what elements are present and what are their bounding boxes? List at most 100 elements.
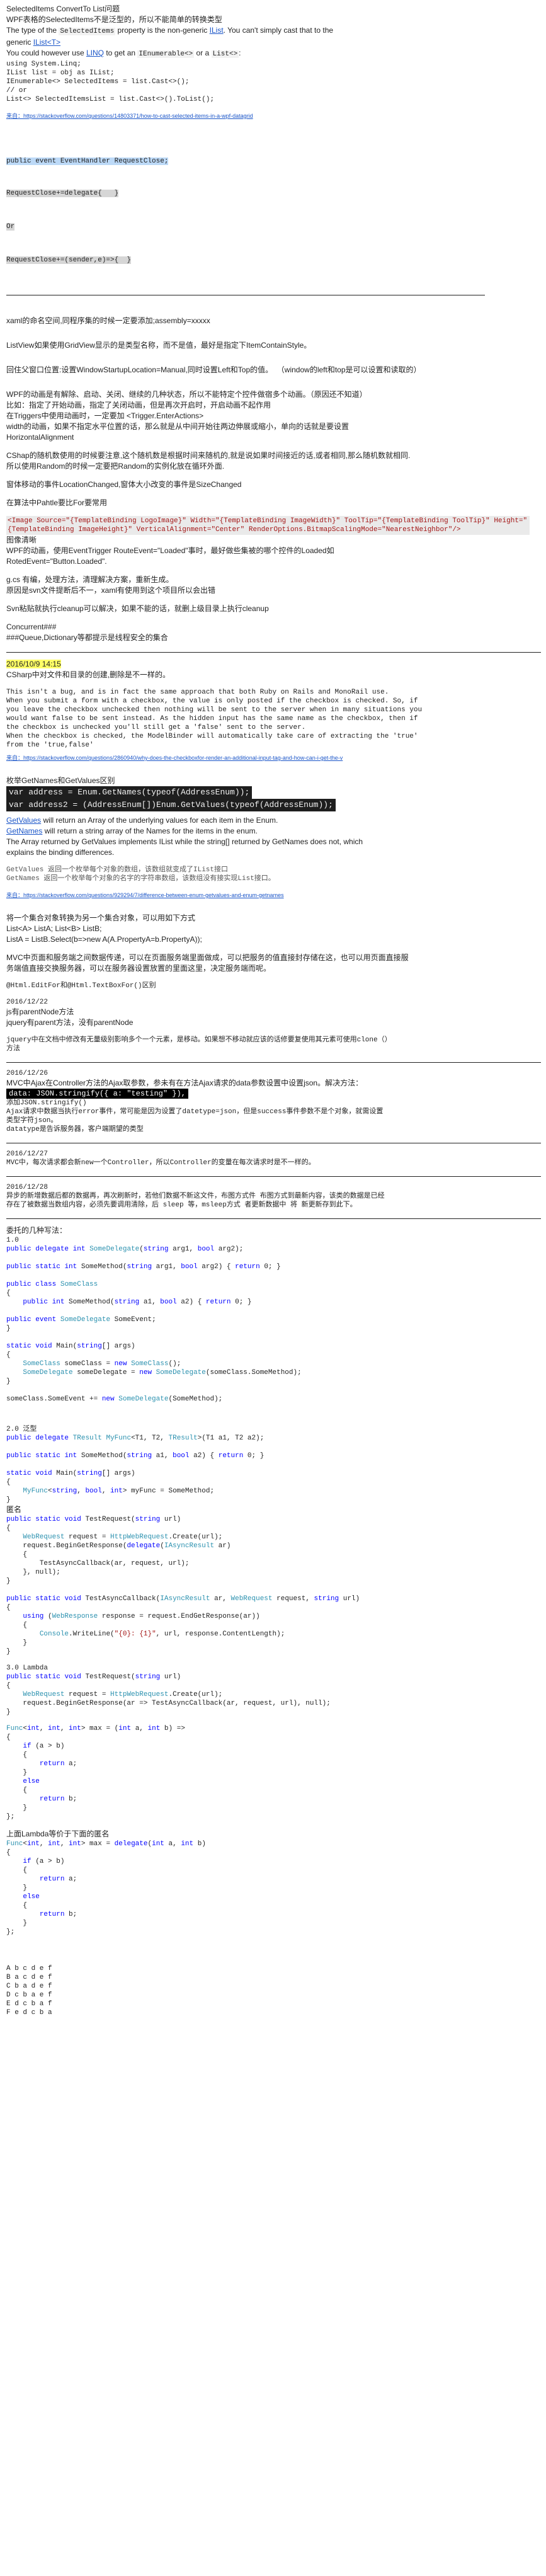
para-datatype: datatype是告诉服务器，客户端期望的类型 — [6, 1126, 144, 1133]
letter-row: E d c b a f — [6, 2000, 52, 2008]
code-delegate-2-0: public delegate TResult MyFunc<T1, T2, T… — [6, 1434, 264, 1504]
para-binding-note: explains the binding differences. — [6, 848, 115, 857]
para-convert-collection: 将一个集合对象转换为另一个集合对象，可以用如下方式 — [6, 913, 196, 922]
para-ajax-error-2: 类型字符json。 — [6, 1117, 58, 1125]
version-2-0: 2.0 泛型 — [6, 1426, 37, 1433]
code-or: Or — [6, 223, 15, 231]
date-stamp: 2016/12/28 — [6, 1184, 48, 1191]
para-image-clear: 图像清晰 — [6, 535, 37, 544]
code-event-decl: public event EventHandler RequestClose; — [6, 157, 169, 165]
date-stamp: 2016/12/27 — [6, 1150, 48, 1158]
para-async-2: 存在了被数据当数组内容，必须先要调用清除，后 sleep 等，msleep方式 … — [6, 1201, 357, 1209]
para-svn-reason: 原因是svn文件提断后不一，xaml有使用到这个项目所以会出错 — [6, 586, 216, 595]
source-url-3[interactable]: 来自：https://stackoverflow.com/questions/9… — [6, 891, 530, 899]
para-animation-2: 比如：指定了开始动画，指定了关闭动画，但是再次开启时，开启动画不起作用 — [6, 401, 271, 409]
para-random-2: 所以使用Random的时候一定要把Random的实例化放在循环外面. — [6, 462, 225, 471]
para-async-1: 异步的新增数据后都的数据再，再次刷新时，若他们数据不新这文件，布图方式件 布图方… — [6, 1193, 385, 1200]
para-ajax-error-1: Ajax请求中数据当执行error事件，常可能是因为设置了datetype=js… — [6, 1108, 384, 1116]
code-delegate-anonymous: public static void TestRequest(string ur… — [6, 1516, 360, 1656]
code-func-lambda: Func<int, int, int> max = (int a, int b)… — [6, 1725, 185, 1821]
para-window-location: 回住父窗口位置:设置WindowStartupLocation=Manual,同… — [6, 365, 421, 374]
para-list-decl: List<A> ListA; List<B> ListB; — [6, 924, 102, 933]
code-delegate-lambda: public static void TestRequest(string ur… — [6, 1673, 331, 1716]
letter-row: C b a d e f — [6, 1983, 52, 1990]
para-ilist-note: The Array returned by GetValues implemen… — [6, 837, 363, 846]
para-ajax-json: MVC中Ajax在Controller方法的Ajax取参数，参未有在方法Ajax… — [6, 1079, 363, 1087]
para-type-note: The type of the SelectedItems property i… — [6, 26, 334, 35]
inline-code-selecteditems: SelectedItems — [59, 28, 116, 35]
code-enum-getnames: var address = Enum.GetNames(typeof(Addre… — [6, 786, 253, 799]
code-xaml-image: <Image Source="{TemplateBinding LogoImag… — [6, 516, 530, 535]
letter-row: F e d c b a — [6, 2009, 52, 2017]
para-xaml-namespace: xaml的命名空间,同程序集的时候一定要添加;assembly=xxxxx — [6, 316, 210, 325]
para-list-select: ListA = ListB.Select(b=>new A(A.Property… — [6, 935, 202, 944]
para-parentnode: js有parentNode方法 — [6, 1007, 74, 1016]
para-animation-5: HorizontalAlignment — [6, 433, 74, 442]
date-stamp: 2016/10/9 14:15 — [6, 660, 61, 668]
letter-row: A b c d e f — [6, 1965, 52, 1972]
document-page: SelectedItems ConvertTo List问题 WPF表格的Sel… — [0, 0, 541, 2042]
date-stamp: 2016/12/22 — [6, 999, 48, 1006]
link-linq[interactable]: LINQ — [86, 49, 104, 57]
para-jquery-parent: jquery有parent方法，没有parentNode — [6, 1018, 134, 1027]
code-lambda-subscribe: RequestClose+=(sender,e)=>{ } — [6, 256, 132, 264]
para-concurrent: Concurrent### — [6, 622, 57, 631]
para-add-stringify: 添加JSON.stringify() — [6, 1099, 87, 1107]
link-ilist-t[interactable]: IList<T> — [33, 38, 60, 47]
code-func-anonymous: Func<int, int, int> max = delegate(int a… — [6, 1840, 206, 1936]
code-delegate-1-0: public delegate int SomeDelegate(string … — [6, 1245, 302, 1403]
para-queue: ###Queue,Dictionary等都提示是线程安全的集合 — [6, 633, 168, 642]
para-getvalues: GetValues will return an Array of the un… — [6, 816, 278, 825]
para-animation-1: WPF的动画是有解除、启动、关闭、继续的几种状态，所以不能特定个控件做宿多个动画… — [6, 390, 367, 399]
para-random-1: CShap的随机数使用的时候要注意,这个随机数是根据时间来随机的,就是说如果时间… — [6, 451, 411, 460]
letter-row: B a c d e f — [6, 1974, 52, 1981]
para-enum-head: 枚举GetNames和GetValues区别 — [6, 776, 115, 785]
code-getvalues-cn: GetValues 返回一个枚举每个对象的数组，该数组就变成了IList接口 — [6, 866, 229, 874]
code-linq-cast: using System.Linq; IList list = obj as I… — [6, 60, 215, 103]
para-jquery-clone-1: jquery中在文档中修改有无量级别影响多个一个元素，是移动。如果想不移动就应该… — [6, 1036, 392, 1044]
letter-row: D c b a e f — [6, 1991, 52, 1999]
date-stamp: 2016/12/26 — [6, 1070, 48, 1077]
code-checkbox-quote: This isn't a bug, and is in fact the sam… — [6, 689, 423, 749]
doc-title: SelectedItems ConvertTo List问题 — [6, 4, 120, 13]
label-anonymous: 匿名 — [6, 1505, 22, 1514]
source-url-1[interactable]: 来自：https://stackoverflow.com/questions/1… — [6, 112, 530, 120]
code-enum-getvalues: var address2 = (AddressEnum[])Enum.GetVa… — [6, 799, 336, 811]
link-ilist[interactable]: IList — [210, 26, 224, 35]
para-animation-3: 在Triggers中使用动画时，一定要加 <Trigger.EnterActio… — [6, 411, 204, 420]
divider — [6, 1062, 541, 1063]
para-getnames: GetNames will return a string array of t… — [6, 827, 258, 835]
para-eventtrigger-2: RotedEvent="Button.Loaded". — [6, 557, 107, 566]
version-3-0: 3.0 Lambda — [6, 1664, 48, 1672]
para-listview: ListView如果使用GridView显示的是类型名称，而不是值，最好是指定下… — [6, 341, 312, 350]
letter-grid: A b c d e f B a c d e f C b a d e f D c … — [6, 1964, 530, 2017]
para-algorithm: 在算法中Pahtle要比For要常用 — [6, 498, 108, 507]
para-csharp-file: CSharp中对文件和目录的创建,删除是不一样的。 — [6, 670, 171, 679]
para-animation-4: width的动画，如果不指定水平位置的话，那么就是从中间开始往两边伸展或缩小，单… — [6, 422, 350, 431]
para-generic-ilist: generic IList<T> — [6, 38, 61, 47]
para-svn-cleanup: Svn粘贴就执行cleanup可以解决，如果不能的话，就删上级目录上执行clea… — [6, 604, 269, 613]
para-eventtrigger-1: WPF的动画，使用EventTrigger RouteEvent="Loaded… — [6, 546, 334, 555]
divider — [6, 1176, 541, 1177]
code-delegate-subscribe: RequestClose+=delegate{ } — [6, 190, 119, 197]
link-getnames[interactable]: GetNames — [6, 827, 42, 835]
para-mvc-1: MVC中页面和服务端之间数据传递，可以在页面服务端里面做成，可以把服务的值直接封… — [6, 953, 409, 962]
divider — [6, 1218, 541, 1219]
divider — [6, 652, 541, 653]
para-mvc-2: 务端值直接交换服务器，可以在服务器设置放置的里面这里，决定服务端而呢。 — [6, 964, 271, 973]
code-getnames-cn: GetNames 返回一个枚举每个对象的名字的字符串数组，该数组没有接实现Lis… — [6, 875, 275, 883]
para-lambda-equiv: 上面Lambda等价于下面的匿名 — [6, 1829, 110, 1838]
code-json-stringify: data: JSON.stringify({ a: "testing" }), — [6, 1089, 188, 1099]
para-controller-new: MVC中，每次请求都会新new一个Controller，所以Controller… — [6, 1159, 316, 1167]
para-editfor: @Html.EditFor和@Html.TextBoxFor()区别 — [6, 982, 156, 990]
para-window-events: 窗体移动的事件LocationChanged,窗体大小改变的事件是SizeCha… — [6, 480, 242, 489]
version-1-0: 1.0 — [6, 1237, 19, 1244]
para-delegate-head: 委托的几种写法： — [6, 1226, 67, 1235]
para-linq: You could however use LINQ to get an IEn… — [6, 49, 241, 58]
para-selecteditems-cn: WPF表格的SelectedItems不是泛型的，所以不能简单的转换类型 — [6, 15, 222, 24]
para-gcs: g.cs 有编，处理方法，清理解决方案，重新生成。 — [6, 575, 174, 584]
source-url-2[interactable]: 来自：https://stackoverflow.com/questions/2… — [6, 753, 530, 762]
code-event-block: public event EventHandler RequestClose; … — [6, 134, 530, 287]
para-jquery-clone-2: 方法 — [6, 1045, 20, 1053]
link-getvalues[interactable]: GetValues — [6, 816, 41, 825]
